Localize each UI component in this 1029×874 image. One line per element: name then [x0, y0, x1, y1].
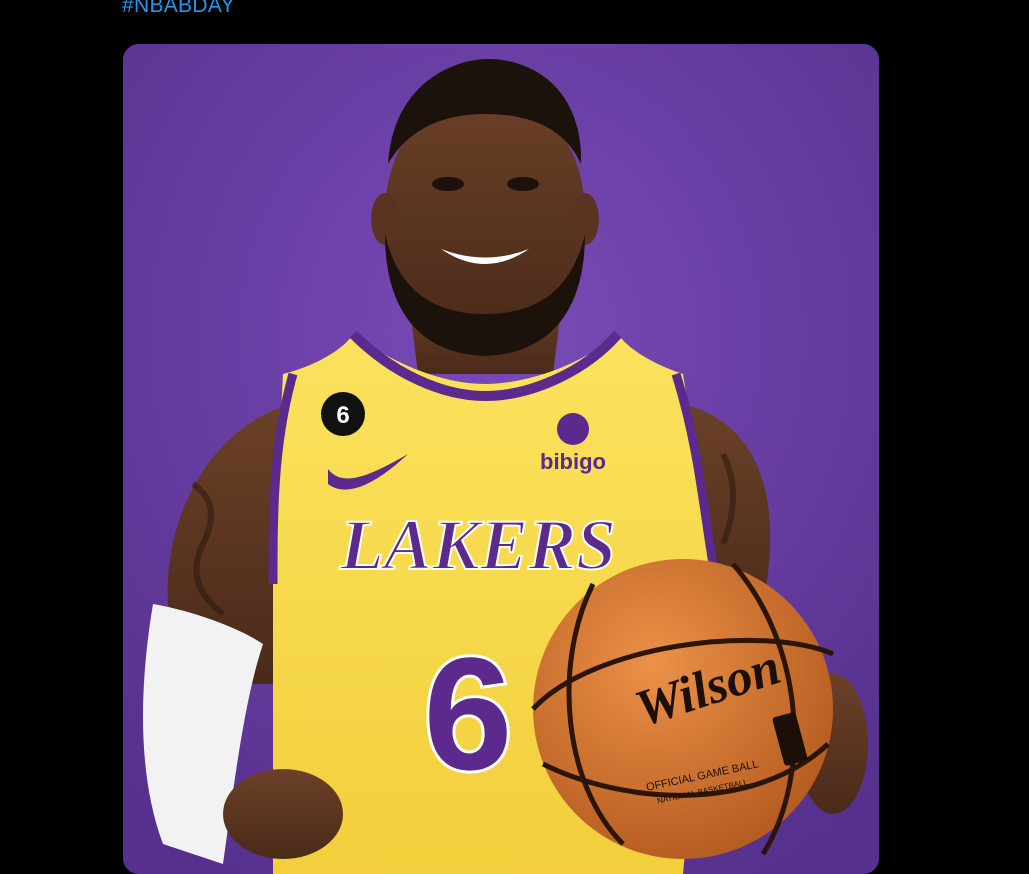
- jersey-number: 6: [424, 624, 513, 803]
- jersey-patch-number: 6: [336, 402, 349, 429]
- sponsor-wordmark: bibigo: [540, 449, 606, 474]
- hashtag-link[interactable]: #NBABDAY: [122, 0, 235, 18]
- sponsor-logo-icon: [557, 413, 589, 445]
- basketball: Wilson OFFICIAL GAME BALL NATIONAL BASKE…: [531, 559, 834, 859]
- jersey-wordmark: LAKERS: [339, 505, 616, 585]
- post-photo[interactable]: 6 bibigo LAKERS 6 Wilson OFFICIAL GAME B…: [123, 44, 879, 874]
- photo-illustration: 6 bibigo LAKERS 6 Wilson OFFICIAL GAME B…: [123, 44, 879, 874]
